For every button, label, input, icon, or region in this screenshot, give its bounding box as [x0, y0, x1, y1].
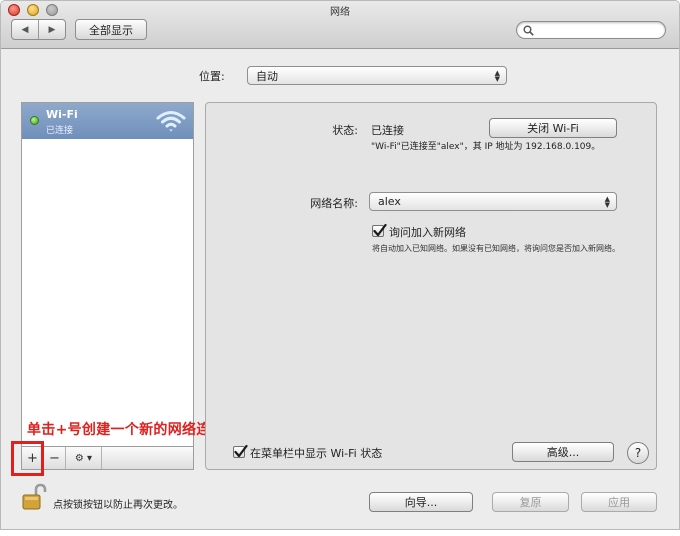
search-icon [523, 25, 534, 36]
back-forward-group: ◀ ▶ [11, 19, 66, 40]
remove-service-button[interactable]: − [44, 447, 66, 469]
advanced-button[interactable]: 高级... [512, 442, 614, 462]
service-status: 已连接 [46, 126, 74, 136]
network-name-label: 网络名称: [310, 197, 358, 210]
location-label: 位置: [199, 70, 225, 83]
search-input[interactable] [516, 21, 666, 39]
lock-icon[interactable] [21, 483, 47, 511]
ask-join-checkbox[interactable] [372, 223, 387, 237]
connected-status-dot [30, 116, 39, 125]
ask-join-description: 将自动加入已知网络。如果没有已知网络，将询问您是否加入新网络。 [372, 244, 620, 253]
network-preferences-window: 网络 ◀ ▶ 全部显示 位置: 自动 ▲ ▼ Wi-Fi 已连接 + − ⚙ ▾… [0, 0, 680, 530]
wifi-icon [156, 111, 186, 132]
revert-button[interactable]: 复原 [492, 492, 569, 512]
service-list-toolbar: + − ⚙ ▾ [21, 447, 194, 470]
show-all-button[interactable]: 全部显示 [75, 19, 147, 40]
network-name-select[interactable]: alex ▲ ▼ [369, 192, 617, 211]
show-in-menu-bar-label: 在菜单栏中显示 Wi-Fi 状态 [250, 447, 383, 460]
checkmark-icon [234, 444, 248, 458]
gear-menu-button[interactable]: ⚙ ▾ [66, 447, 102, 469]
service-list: Wi-Fi 已连接 [21, 102, 194, 447]
window-title: 网络 [330, 7, 350, 18]
forward-button[interactable]: ▶ [38, 20, 65, 39]
detail-panel: 状态: 已连接 关闭 Wi-Fi "Wi-Fi"已连接至"alex"，其 IP … [205, 102, 657, 470]
network-name-value: alex [378, 195, 401, 208]
select-arrows-icon: ▲ ▼ [494, 68, 500, 83]
status-label: 状态: [332, 124, 358, 137]
service-name: Wi-Fi [46, 108, 78, 121]
title-bar: 网络 ◀ ▶ 全部显示 [1, 1, 679, 49]
turn-off-wifi-button[interactable]: 关闭 Wi-Fi [489, 118, 617, 138]
lock-hint-text: 点按锁按钮以防止再次更改。 [53, 500, 183, 511]
select-arrows-icon: ▲ ▼ [604, 194, 610, 209]
service-item-wifi[interactable]: Wi-Fi 已连接 [22, 103, 193, 139]
ask-join-label: 询问加入新网络 [389, 226, 466, 239]
back-button[interactable]: ◀ [12, 20, 38, 39]
add-button-highlight [11, 441, 44, 476]
apply-button[interactable]: 应用 [581, 492, 657, 512]
help-button[interactable]: ? [627, 442, 649, 464]
status-description: "Wi-Fi"已连接至"alex"，其 IP 地址为 192.168.0.109… [371, 142, 601, 152]
status-value: 已连接 [371, 124, 404, 137]
location-value: 自动 [256, 69, 278, 83]
annotation-text: 单击+号创建一个新的网络连接 [27, 422, 225, 438]
show-in-menu-bar-checkbox[interactable] [233, 444, 248, 458]
checkmark-icon [373, 223, 387, 237]
location-select[interactable]: 自动 ▲ ▼ [247, 66, 507, 85]
assistant-button[interactable]: 向导... [369, 492, 473, 512]
